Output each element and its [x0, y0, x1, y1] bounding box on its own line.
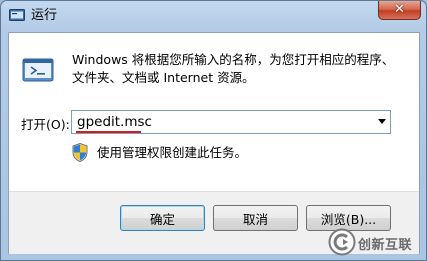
close-button[interactable]: ✕: [378, 1, 421, 20]
run-app-icon: [9, 9, 25, 21]
dialog-body: Windows 将根据您所输入的名称，为您打开相应的程序、 文件夹、文档或 In…: [8, 32, 420, 254]
uac-shield-icon: [72, 143, 88, 162]
description-line-2: 文件夹、文档或 Internet 资源。: [72, 70, 255, 85]
run-dialog-window: 运行 ✕ Windows 将根据您所输入的名称，为您打开相应的程序、 文件夹、文…: [0, 0, 427, 261]
watermark-text: 创新互联: [358, 238, 413, 253]
open-label: 打开(O):: [21, 117, 70, 132]
watermark: 创新互联: [328, 226, 426, 260]
command-input[interactable]: gpedit.msc: [77, 113, 152, 131]
dialog-description: Windows 将根据您所输入的名称，为您打开相应的程序、 文件夹、文档或 In…: [72, 51, 412, 87]
close-icon: ✕: [394, 2, 405, 17]
description-line-1: Windows 将根据您所输入的名称，为您打开相应的程序、: [72, 52, 395, 67]
command-combobox[interactable]: gpedit.msc: [71, 110, 391, 134]
run-program-icon: [22, 58, 54, 82]
admin-privilege-note: 使用管理权限创建此任务。: [97, 145, 248, 160]
window-title: 运行: [31, 8, 58, 23]
cancel-button[interactable]: 取消: [213, 205, 298, 231]
watermark-logo-icon: [328, 228, 356, 256]
ok-button[interactable]: 确定: [120, 205, 205, 231]
chevron-down-icon[interactable]: [378, 119, 386, 124]
title-bar[interactable]: 运行 ✕: [1, 1, 426, 32]
red-underline-annotation: [76, 131, 141, 133]
